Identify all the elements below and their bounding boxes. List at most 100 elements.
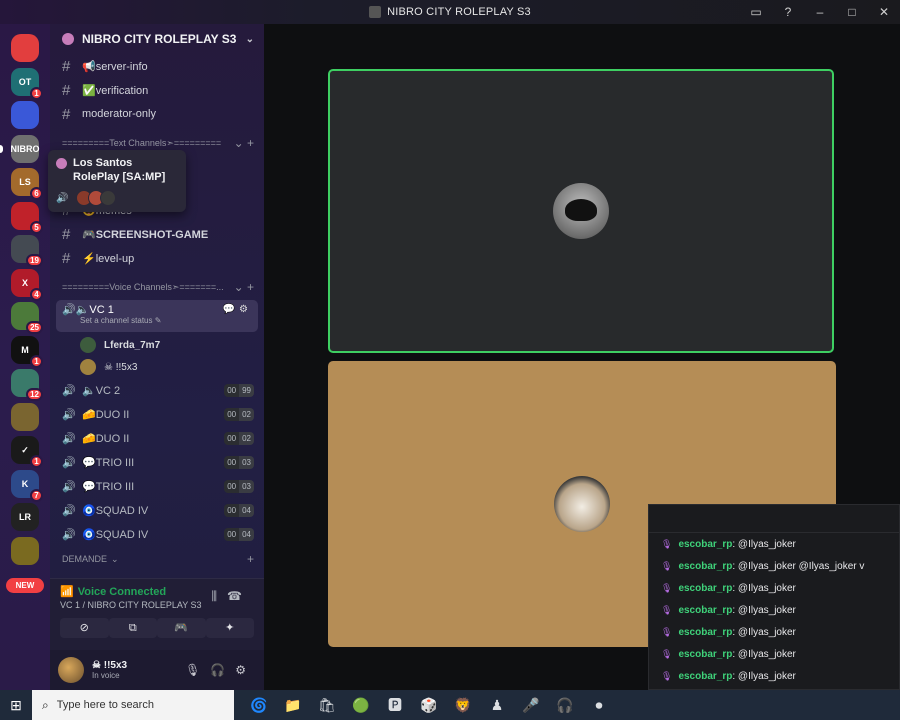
- signal-icon: 📶: [60, 586, 74, 598]
- add-channel-icon[interactable]: ⌄ +: [234, 280, 254, 294]
- message-author[interactable]: escobar_rp: [678, 627, 732, 638]
- chat-message: 🎙 escobar_rp: @Ilyas_joker: [649, 621, 899, 643]
- add-channel-icon[interactable]: +: [247, 552, 254, 566]
- member-name: ☠ !!5x3: [104, 361, 138, 373]
- user-limit: 03: [239, 455, 254, 469]
- chevron-down-icon[interactable]: ⌄: [246, 34, 254, 45]
- new-badge[interactable]: NEW: [6, 578, 44, 593]
- message-text: : @Ilyas_joker: [732, 670, 796, 682]
- game-icon[interactable]: 🎲: [412, 697, 446, 714]
- chat-invite-settings-icons[interactable]: 💬⚙: [223, 304, 252, 315]
- avatar: [80, 337, 96, 353]
- server-15-icon[interactable]: [11, 536, 39, 565]
- server-1-icon[interactable]: OT 1: [11, 67, 43, 100]
- message-author[interactable]: escobar_rp: [678, 671, 732, 682]
- microphone-icon: 🎙: [661, 670, 673, 681]
- activity-button[interactable]: 🎮: [157, 618, 206, 638]
- camera-off-button[interactable]: ⊘: [60, 618, 109, 638]
- avatar: [554, 476, 610, 532]
- help-icon[interactable]: ?: [772, 5, 804, 19]
- server-9-icon[interactable]: M1: [11, 335, 43, 368]
- user-status: In voice: [92, 671, 120, 680]
- discord-taskbar-icon[interactable]: 🎧: [548, 697, 582, 714]
- channel-moderator-only[interactable]: # moderator-only: [50, 102, 264, 126]
- discord-home-icon[interactable]: [11, 34, 39, 62]
- server-2-icon[interactable]: [11, 101, 39, 129]
- noise-disconnect-icons[interactable]: ⫼☎: [212, 589, 252, 604]
- file-explorer-icon[interactable]: 📁: [276, 697, 310, 714]
- channel-status[interactable]: Set a channel status ✎: [80, 316, 252, 325]
- guild-icon: [56, 158, 67, 169]
- voice-channel[interactable]: 🔊 🧀DUO II 00 02: [50, 402, 264, 426]
- server-13-icon[interactable]: K7: [11, 469, 43, 502]
- voice-channel-vc1[interactable]: 🔊 🔈VC 1 Set a channel status ✎ 💬⚙: [56, 300, 258, 332]
- video-tile-speaking[interactable]: [328, 69, 834, 353]
- server-14-icon[interactable]: LR: [11, 503, 39, 531]
- copilot-icon[interactable]: 🌀: [242, 697, 276, 714]
- category-demande[interactable]: DEMANDE ⌄ +: [50, 548, 264, 570]
- channel-server-info[interactable]: # 📢server-info: [50, 54, 264, 78]
- speaker-icon: 🔊: [62, 408, 76, 421]
- maximize-button[interactable]: □: [836, 5, 868, 19]
- message-author[interactable]: escobar_rp: [678, 649, 732, 660]
- message-text: : @Ilyas_joker: [732, 604, 796, 616]
- hash-icon: #: [62, 57, 71, 75]
- voice-channel[interactable]: 🔊 🧀DUO II 00 02: [50, 426, 264, 450]
- message-author[interactable]: escobar_rp: [678, 561, 732, 572]
- voice-channel[interactable]: 🔊 🔈VC 2 00 99: [50, 378, 264, 402]
- app-p-icon[interactable]: 🅿: [378, 695, 412, 715]
- server-5-icon[interactable]: 5: [11, 201, 43, 234]
- user-limit-badge: 00 03: [224, 479, 254, 493]
- message-author[interactable]: escobar_rp: [678, 583, 732, 594]
- voice-channel[interactable]: 🔊 🧿SQUAD IV 00 04: [50, 522, 264, 546]
- store-icon[interactable]: 🛍: [310, 697, 344, 714]
- inbox-icon[interactable]: ▭: [740, 5, 772, 19]
- mention-badge: 19: [26, 254, 43, 267]
- add-channel-icon[interactable]: ⌄ +: [234, 136, 254, 150]
- speaker-icon: 🔊: [62, 528, 76, 541]
- taskbar-search[interactable]: ⌕ Type here to search: [32, 690, 234, 720]
- chat-message: 🎙 escobar_rp: @Ilyas_joker: [649, 599, 899, 621]
- mic-headset-gear-icons[interactable]: 🎙🎧⚙: [185, 663, 256, 677]
- close-button[interactable]: ✕: [868, 5, 900, 19]
- voice-member[interactable]: ☠ !!5x3: [50, 356, 264, 378]
- minimize-button[interactable]: –: [804, 5, 836, 19]
- user-limit: 03: [239, 479, 254, 493]
- server-4-icon[interactable]: LS 6: [11, 168, 43, 200]
- channel-level-up[interactable]: # ⚡level-up: [50, 246, 264, 270]
- avatar: [553, 183, 609, 239]
- app-icon[interactable]: ♟: [480, 697, 514, 714]
- voice-channel[interactable]: 🔊 🧿SQUAD IV 00 04: [50, 498, 264, 522]
- server-header[interactable]: NIBRO CITY ROLEPLAY S3 ⌄: [50, 24, 264, 54]
- server-7-icon[interactable]: X4: [11, 268, 43, 301]
- obs-icon[interactable]: ⏺: [582, 697, 616, 714]
- voice-channel[interactable]: 🔊 💬TRIO III 00 03: [50, 474, 264, 498]
- message-author[interactable]: escobar_rp: [678, 539, 732, 550]
- server-10-icon[interactable]: 12: [11, 369, 43, 401]
- user-limit: 02: [239, 431, 254, 445]
- server-12-icon[interactable]: ✓ 1: [11, 436, 43, 468]
- server-11-icon[interactable]: [11, 402, 39, 431]
- whatsapp-icon[interactable]: 🟢: [344, 697, 378, 714]
- server-3-icon[interactable]: NIBRO: [11, 134, 40, 163]
- microphone-app-icon[interactable]: 🎤: [514, 697, 548, 714]
- brave-icon[interactable]: 🦁: [446, 697, 480, 714]
- voice-channel-label: 🧿SQUAD IV: [82, 504, 149, 517]
- voice-channel[interactable]: 🔊 💬TRIO III 00 03: [50, 450, 264, 474]
- voice-member[interactable]: Lferda_7m7: [50, 334, 264, 356]
- user-limit: 04: [239, 527, 254, 541]
- server-8-icon[interactable]: 25: [11, 302, 43, 334]
- server-6-icon[interactable]: 19: [11, 235, 43, 267]
- windows-start-icon[interactable]: ⊞: [0, 697, 32, 714]
- avatar[interactable]: [58, 657, 84, 683]
- message-text: : @Ilyas_joker: [732, 648, 796, 660]
- hash-icon: #: [62, 225, 71, 243]
- voice-channel-label: 🔈VC 1: [75, 304, 114, 316]
- category-voice-channels[interactable]: =========Voice Channels➣=======... ⌄ +: [50, 276, 264, 298]
- channel-screenshot-game[interactable]: # 🎮SCREENSHOT-GAME: [50, 222, 264, 246]
- soundboard-button[interactable]: ✦: [205, 618, 254, 638]
- user-limit-badge: 00 04: [224, 527, 254, 541]
- share-screen-button[interactable]: ⧉: [108, 618, 157, 638]
- channel-verification[interactable]: # ✅verification: [50, 78, 264, 102]
- message-author[interactable]: escobar_rp: [678, 605, 732, 616]
